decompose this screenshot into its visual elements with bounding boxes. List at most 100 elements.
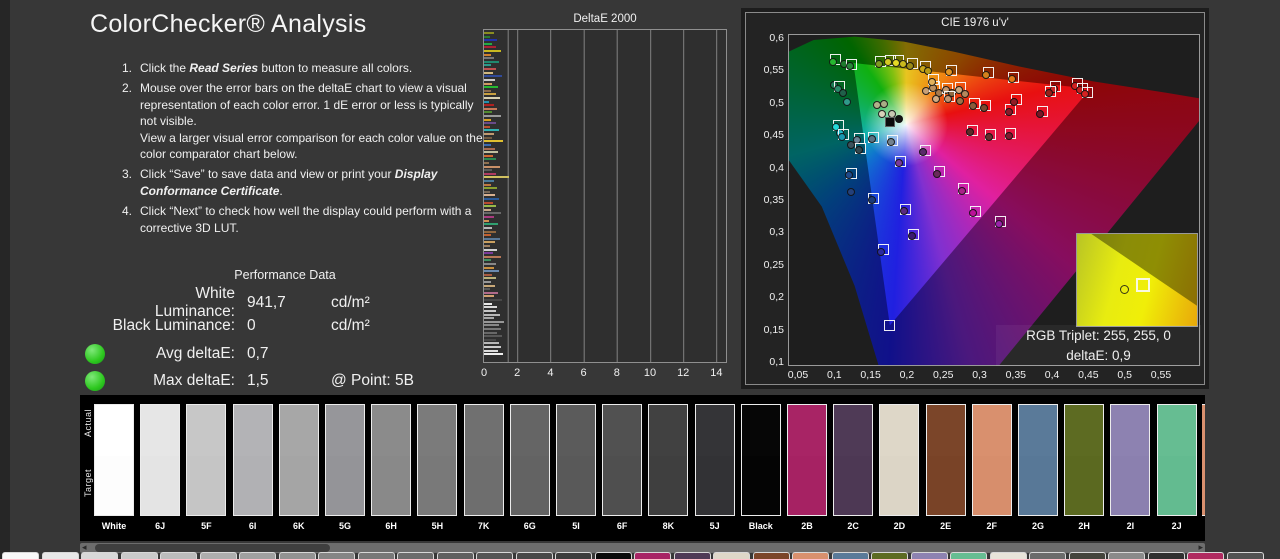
next-page-swatch[interactable] — [239, 552, 276, 559]
swatch-6K[interactable] — [279, 404, 319, 516]
next-page-swatch[interactable] — [318, 552, 355, 559]
next-page-swatch[interactable] — [42, 552, 79, 559]
next-page-swatch[interactable] — [160, 552, 197, 559]
scrollbar-thumb[interactable] — [95, 544, 330, 552]
deltae-bar[interactable] — [484, 144, 491, 146]
swatch-2J[interactable] — [1157, 404, 1197, 516]
swatch-2B[interactable] — [787, 404, 827, 516]
deltae-bar[interactable] — [484, 324, 499, 326]
next-page-swatch[interactable] — [397, 552, 434, 559]
next-page-swatch[interactable] — [871, 552, 908, 559]
swatch-partial-next[interactable] — [1202, 404, 1205, 516]
deltae-bar[interactable] — [484, 180, 494, 182]
deltae-bar[interactable] — [484, 277, 496, 279]
deltae-bar[interactable] — [484, 162, 489, 164]
deltae-bar[interactable] — [484, 173, 496, 175]
deltae-bar[interactable] — [484, 140, 503, 142]
deltae-bar[interactable] — [484, 158, 496, 160]
deltae-bar[interactable] — [484, 234, 491, 236]
deltae-bar[interactable] — [484, 328, 501, 330]
deltae-bar[interactable] — [484, 202, 493, 204]
deltae-bar[interactable] — [484, 350, 498, 352]
swatch-8K[interactable] — [648, 404, 688, 516]
deltae-bar[interactable] — [484, 292, 498, 294]
deltae-bar[interactable] — [484, 209, 491, 211]
deltae-bar[interactable] — [484, 83, 492, 85]
deltae-bar[interactable] — [484, 310, 496, 312]
deltae-bar[interactable] — [484, 353, 503, 355]
deltae-bar[interactable] — [484, 151, 498, 153]
next-page-swatch[interactable] — [1227, 552, 1264, 559]
deltae-bar[interactable] — [484, 90, 491, 92]
deltae-bar[interactable] — [484, 205, 496, 207]
next-page-swatch[interactable] — [555, 552, 592, 559]
deltae-bar[interactable] — [484, 155, 493, 157]
deltae-bar[interactable] — [484, 339, 496, 341]
deltae-bar[interactable] — [484, 252, 493, 254]
deltae-bar[interactable] — [484, 176, 509, 178]
deltae-bar[interactable] — [484, 256, 501, 258]
deltae-bar[interactable] — [484, 194, 495, 196]
next-page-swatch[interactable] — [437, 552, 474, 559]
next-page-swatch[interactable] — [121, 552, 158, 559]
deltae-bar[interactable] — [484, 335, 502, 337]
deltae-bar[interactable] — [484, 241, 495, 243]
next-page-swatch[interactable] — [279, 552, 316, 559]
deltae-bar[interactable] — [484, 285, 495, 287]
deltae-bar[interactable] — [484, 108, 497, 110]
swatch-2I[interactable] — [1110, 404, 1150, 516]
next-page-swatch[interactable] — [476, 552, 513, 559]
deltae-bar[interactable] — [484, 238, 500, 240]
deltae-plot-area[interactable] — [483, 29, 727, 363]
next-page-swatch[interactable] — [634, 552, 671, 559]
deltae-bar[interactable] — [484, 321, 504, 323]
deltae-bar[interactable] — [484, 198, 499, 200]
deltae-bar[interactable] — [484, 61, 499, 63]
next-page-swatch[interactable] — [1108, 552, 1145, 559]
swatch-2E[interactable] — [926, 404, 966, 516]
deltae-bar[interactable] — [484, 126, 490, 128]
next-page-swatch[interactable] — [1187, 552, 1224, 559]
swatch-6I[interactable] — [233, 404, 273, 516]
deltae-bar[interactable] — [484, 184, 491, 186]
deltae-bar[interactable] — [484, 39, 497, 41]
deltae-bar[interactable] — [484, 267, 494, 269]
deltae-bar[interactable] — [484, 317, 494, 319]
next-page-swatch[interactable] — [200, 552, 237, 559]
deltae-bar[interactable] — [484, 270, 499, 272]
deltae-bar[interactable] — [484, 122, 496, 124]
deltae-bar[interactable] — [484, 75, 502, 77]
deltae-bar[interactable] — [484, 64, 491, 66]
next-page-swatch[interactable] — [2, 552, 39, 559]
deltae-bar[interactable] — [484, 93, 496, 95]
next-page-swatch[interactable] — [595, 552, 632, 559]
deltae-bar[interactable] — [484, 231, 496, 233]
deltae-bar[interactable] — [484, 133, 494, 135]
next-page-swatch[interactable] — [713, 552, 750, 559]
swatch-2H[interactable] — [1064, 404, 1104, 516]
deltae-bar[interactable] — [484, 187, 497, 189]
next-page-swatch[interactable] — [990, 552, 1027, 559]
deltae-bar[interactable] — [484, 223, 498, 225]
swatch-7K[interactable] — [464, 404, 504, 516]
deltae-bar[interactable] — [484, 79, 495, 81]
deltae-bar[interactable] — [484, 101, 489, 103]
deltae-bar[interactable] — [484, 216, 494, 218]
deltae-bar[interactable] — [484, 86, 498, 88]
deltae-bar[interactable] — [484, 36, 490, 38]
next-page-swatch[interactable] — [1148, 552, 1185, 559]
deltae-bar[interactable] — [484, 281, 491, 283]
deltae-bar[interactable] — [484, 249, 497, 251]
swatch-White[interactable] — [94, 404, 134, 516]
deltae-bar[interactable] — [484, 119, 491, 121]
deltae-bar[interactable] — [484, 288, 490, 290]
next-page-swatch[interactable] — [832, 552, 869, 559]
deltae-bar[interactable] — [484, 104, 494, 106]
deltae-bar[interactable] — [484, 263, 496, 265]
next-page-swatch[interactable] — [792, 552, 829, 559]
deltae-bar[interactable] — [484, 32, 494, 34]
next-page-swatch[interactable] — [1069, 552, 1106, 559]
deltae-bar[interactable] — [484, 306, 497, 308]
swatch-6F[interactable] — [602, 404, 642, 516]
swatch-6G[interactable] — [510, 404, 550, 516]
